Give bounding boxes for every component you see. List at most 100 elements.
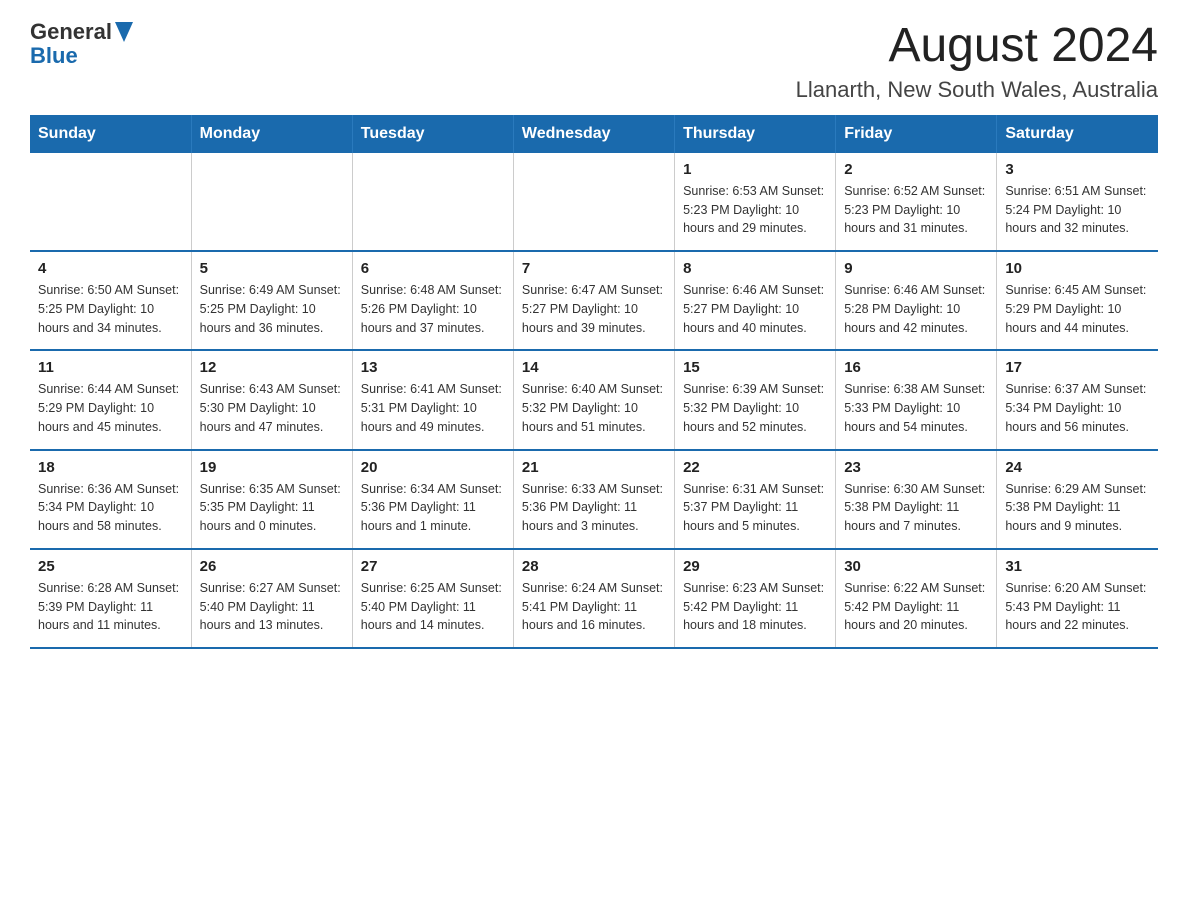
day-number: 13 bbox=[361, 359, 505, 376]
day-number: 25 bbox=[38, 558, 183, 575]
table-row: 10 Sunrise: 6:45 AM Sunset: 5:29 PM Dayli… bbox=[997, 251, 1158, 350]
day-number: 2 bbox=[844, 161, 988, 178]
calendar-week-row: 25Sunrise: 6:28 AM Sunset: 5:39 PM Dayli… bbox=[30, 549, 1158, 648]
table-row: 24 Sunrise: 6:29 AM Sunset: 5:38 PM Dayli… bbox=[997, 450, 1158, 549]
day-number: 19 bbox=[200, 459, 344, 476]
table-row: 11 Sunrise: 6:44 AM Sunset: 5:29 PM Dayli… bbox=[30, 350, 191, 449]
table-row: 26 Sunrise: 6:27 AM Sunset: 5:40 PM Dayli… bbox=[191, 549, 352, 648]
logo: General Blue bbox=[30, 20, 133, 68]
table-row bbox=[513, 153, 674, 251]
day-number: 21 bbox=[522, 459, 666, 476]
table-row: 7 Sunrise: 6:47 AM Sunset: 5:27 PM Daylig… bbox=[513, 251, 674, 350]
header-saturday: Saturday bbox=[997, 115, 1158, 153]
day-info: Sunrise: 6:35 AM Sunset: 5:35 PM Dayligh… bbox=[200, 480, 344, 536]
calendar-week-row: 4Sunrise: 6:50 AM Sunset: 5:25 PM Daylig… bbox=[30, 251, 1158, 350]
table-row bbox=[191, 153, 352, 251]
day-number: 1 bbox=[683, 161, 827, 178]
day-number: 23 bbox=[844, 459, 988, 476]
day-info: Sunrise: 6:49 AM Sunset: 5:25 PM Dayligh… bbox=[200, 281, 344, 337]
day-info: Sunrise: 6:31 AM Sunset: 5:37 PM Dayligh… bbox=[683, 480, 827, 536]
day-info: Sunrise: 6:39 AM Sunset: 5:32 PM Dayligh… bbox=[683, 380, 827, 436]
day-number: 24 bbox=[1005, 459, 1150, 476]
day-number: 16 bbox=[844, 359, 988, 376]
day-info: Sunrise: 6:20 AM Sunset: 5:43 PM Dayligh… bbox=[1005, 579, 1150, 635]
table-row: 4Sunrise: 6:50 AM Sunset: 5:25 PM Daylig… bbox=[30, 251, 191, 350]
day-info: Sunrise: 6:24 AM Sunset: 5:41 PM Dayligh… bbox=[522, 579, 666, 635]
logo-arrow-icon bbox=[115, 22, 133, 42]
calendar-week-row: 1 Sunrise: 6:53 AM Sunset: 5:23 PM Daylig… bbox=[30, 153, 1158, 251]
day-info: Sunrise: 6:36 AM Sunset: 5:34 PM Dayligh… bbox=[38, 480, 183, 536]
table-row: 6 Sunrise: 6:48 AM Sunset: 5:26 PM Daylig… bbox=[352, 251, 513, 350]
day-number: 12 bbox=[200, 359, 344, 376]
day-number: 18 bbox=[38, 459, 183, 476]
day-number: 8 bbox=[683, 260, 827, 277]
calendar-table: Sunday Monday Tuesday Wednesday Thursday… bbox=[30, 115, 1158, 649]
day-info: Sunrise: 6:50 AM Sunset: 5:25 PM Dayligh… bbox=[38, 281, 183, 337]
day-info: Sunrise: 6:23 AM Sunset: 5:42 PM Dayligh… bbox=[683, 579, 827, 635]
day-info: Sunrise: 6:44 AM Sunset: 5:29 PM Dayligh… bbox=[38, 380, 183, 436]
day-info: Sunrise: 6:38 AM Sunset: 5:33 PM Dayligh… bbox=[844, 380, 988, 436]
location-subtitle: Llanarth, New South Wales, Australia bbox=[796, 77, 1158, 103]
title-block: August 2024 Llanarth, New South Wales, A… bbox=[796, 20, 1158, 103]
header-friday: Friday bbox=[836, 115, 997, 153]
table-row: 17 Sunrise: 6:37 AM Sunset: 5:34 PM Dayli… bbox=[997, 350, 1158, 449]
logo-general-text: General bbox=[30, 20, 112, 44]
day-number: 11 bbox=[38, 359, 183, 376]
day-info: Sunrise: 6:22 AM Sunset: 5:42 PM Dayligh… bbox=[844, 579, 988, 635]
day-info: Sunrise: 6:33 AM Sunset: 5:36 PM Dayligh… bbox=[522, 480, 666, 536]
day-info: Sunrise: 6:45 AM Sunset: 5:29 PM Dayligh… bbox=[1005, 281, 1150, 337]
header-wednesday: Wednesday bbox=[513, 115, 674, 153]
table-row: 31Sunrise: 6:20 AM Sunset: 5:43 PM Dayli… bbox=[997, 549, 1158, 648]
table-row: 25Sunrise: 6:28 AM Sunset: 5:39 PM Dayli… bbox=[30, 549, 191, 648]
day-info: Sunrise: 6:29 AM Sunset: 5:38 PM Dayligh… bbox=[1005, 480, 1150, 536]
day-number: 6 bbox=[361, 260, 505, 277]
day-number: 28 bbox=[522, 558, 666, 575]
header-tuesday: Tuesday bbox=[352, 115, 513, 153]
table-row: 28 Sunrise: 6:24 AM Sunset: 5:41 PM Dayli… bbox=[513, 549, 674, 648]
table-row: 19 Sunrise: 6:35 AM Sunset: 5:35 PM Dayli… bbox=[191, 450, 352, 549]
day-number: 14 bbox=[522, 359, 666, 376]
month-year-title: August 2024 bbox=[796, 20, 1158, 73]
table-row: 2 Sunrise: 6:52 AM Sunset: 5:23 PM Daylig… bbox=[836, 153, 997, 251]
day-info: Sunrise: 6:25 AM Sunset: 5:40 PM Dayligh… bbox=[361, 579, 505, 635]
header-thursday: Thursday bbox=[675, 115, 836, 153]
day-number: 30 bbox=[844, 558, 988, 575]
table-row: 9Sunrise: 6:46 AM Sunset: 5:28 PM Daylig… bbox=[836, 251, 997, 350]
day-info: Sunrise: 6:34 AM Sunset: 5:36 PM Dayligh… bbox=[361, 480, 505, 536]
day-number: 3 bbox=[1005, 161, 1150, 178]
table-row: 22 Sunrise: 6:31 AM Sunset: 5:37 PM Dayli… bbox=[675, 450, 836, 549]
table-row: 14 Sunrise: 6:40 AM Sunset: 5:32 PM Dayli… bbox=[513, 350, 674, 449]
table-row: 12Sunrise: 6:43 AM Sunset: 5:30 PM Dayli… bbox=[191, 350, 352, 449]
day-info: Sunrise: 6:40 AM Sunset: 5:32 PM Dayligh… bbox=[522, 380, 666, 436]
day-info: Sunrise: 6:47 AM Sunset: 5:27 PM Dayligh… bbox=[522, 281, 666, 337]
table-row: 21 Sunrise: 6:33 AM Sunset: 5:36 PM Dayli… bbox=[513, 450, 674, 549]
day-info: Sunrise: 6:52 AM Sunset: 5:23 PM Dayligh… bbox=[844, 182, 988, 238]
day-number: 20 bbox=[361, 459, 505, 476]
table-row: 1 Sunrise: 6:53 AM Sunset: 5:23 PM Daylig… bbox=[675, 153, 836, 251]
page-header: General Blue August 2024 Llanarth, New S… bbox=[30, 20, 1158, 103]
day-info: Sunrise: 6:27 AM Sunset: 5:40 PM Dayligh… bbox=[200, 579, 344, 635]
calendar-week-row: 18 Sunrise: 6:36 AM Sunset: 5:34 PM Dayli… bbox=[30, 450, 1158, 549]
header-monday: Monday bbox=[191, 115, 352, 153]
table-row bbox=[30, 153, 191, 251]
day-info: Sunrise: 6:30 AM Sunset: 5:38 PM Dayligh… bbox=[844, 480, 988, 536]
day-info: Sunrise: 6:37 AM Sunset: 5:34 PM Dayligh… bbox=[1005, 380, 1150, 436]
day-number: 29 bbox=[683, 558, 827, 575]
logo-blue-text: Blue bbox=[30, 44, 133, 68]
table-row: 18 Sunrise: 6:36 AM Sunset: 5:34 PM Dayli… bbox=[30, 450, 191, 549]
table-row: 23 Sunrise: 6:30 AM Sunset: 5:38 PM Dayli… bbox=[836, 450, 997, 549]
day-number: 26 bbox=[200, 558, 344, 575]
day-info: Sunrise: 6:51 AM Sunset: 5:24 PM Dayligh… bbox=[1005, 182, 1150, 238]
day-number: 22 bbox=[683, 459, 827, 476]
table-row: 15Sunrise: 6:39 AM Sunset: 5:32 PM Dayli… bbox=[675, 350, 836, 449]
table-row: 27Sunrise: 6:25 AM Sunset: 5:40 PM Dayli… bbox=[352, 549, 513, 648]
day-number: 10 bbox=[1005, 260, 1150, 277]
day-info: Sunrise: 6:48 AM Sunset: 5:26 PM Dayligh… bbox=[361, 281, 505, 337]
calendar-week-row: 11 Sunrise: 6:44 AM Sunset: 5:29 PM Dayli… bbox=[30, 350, 1158, 449]
day-number: 7 bbox=[522, 260, 666, 277]
table-row: 16 Sunrise: 6:38 AM Sunset: 5:33 PM Dayli… bbox=[836, 350, 997, 449]
table-row: 20 Sunrise: 6:34 AM Sunset: 5:36 PM Dayli… bbox=[352, 450, 513, 549]
day-info: Sunrise: 6:53 AM Sunset: 5:23 PM Dayligh… bbox=[683, 182, 827, 238]
day-number: 17 bbox=[1005, 359, 1150, 376]
table-row: 3 Sunrise: 6:51 AM Sunset: 5:24 PM Daylig… bbox=[997, 153, 1158, 251]
